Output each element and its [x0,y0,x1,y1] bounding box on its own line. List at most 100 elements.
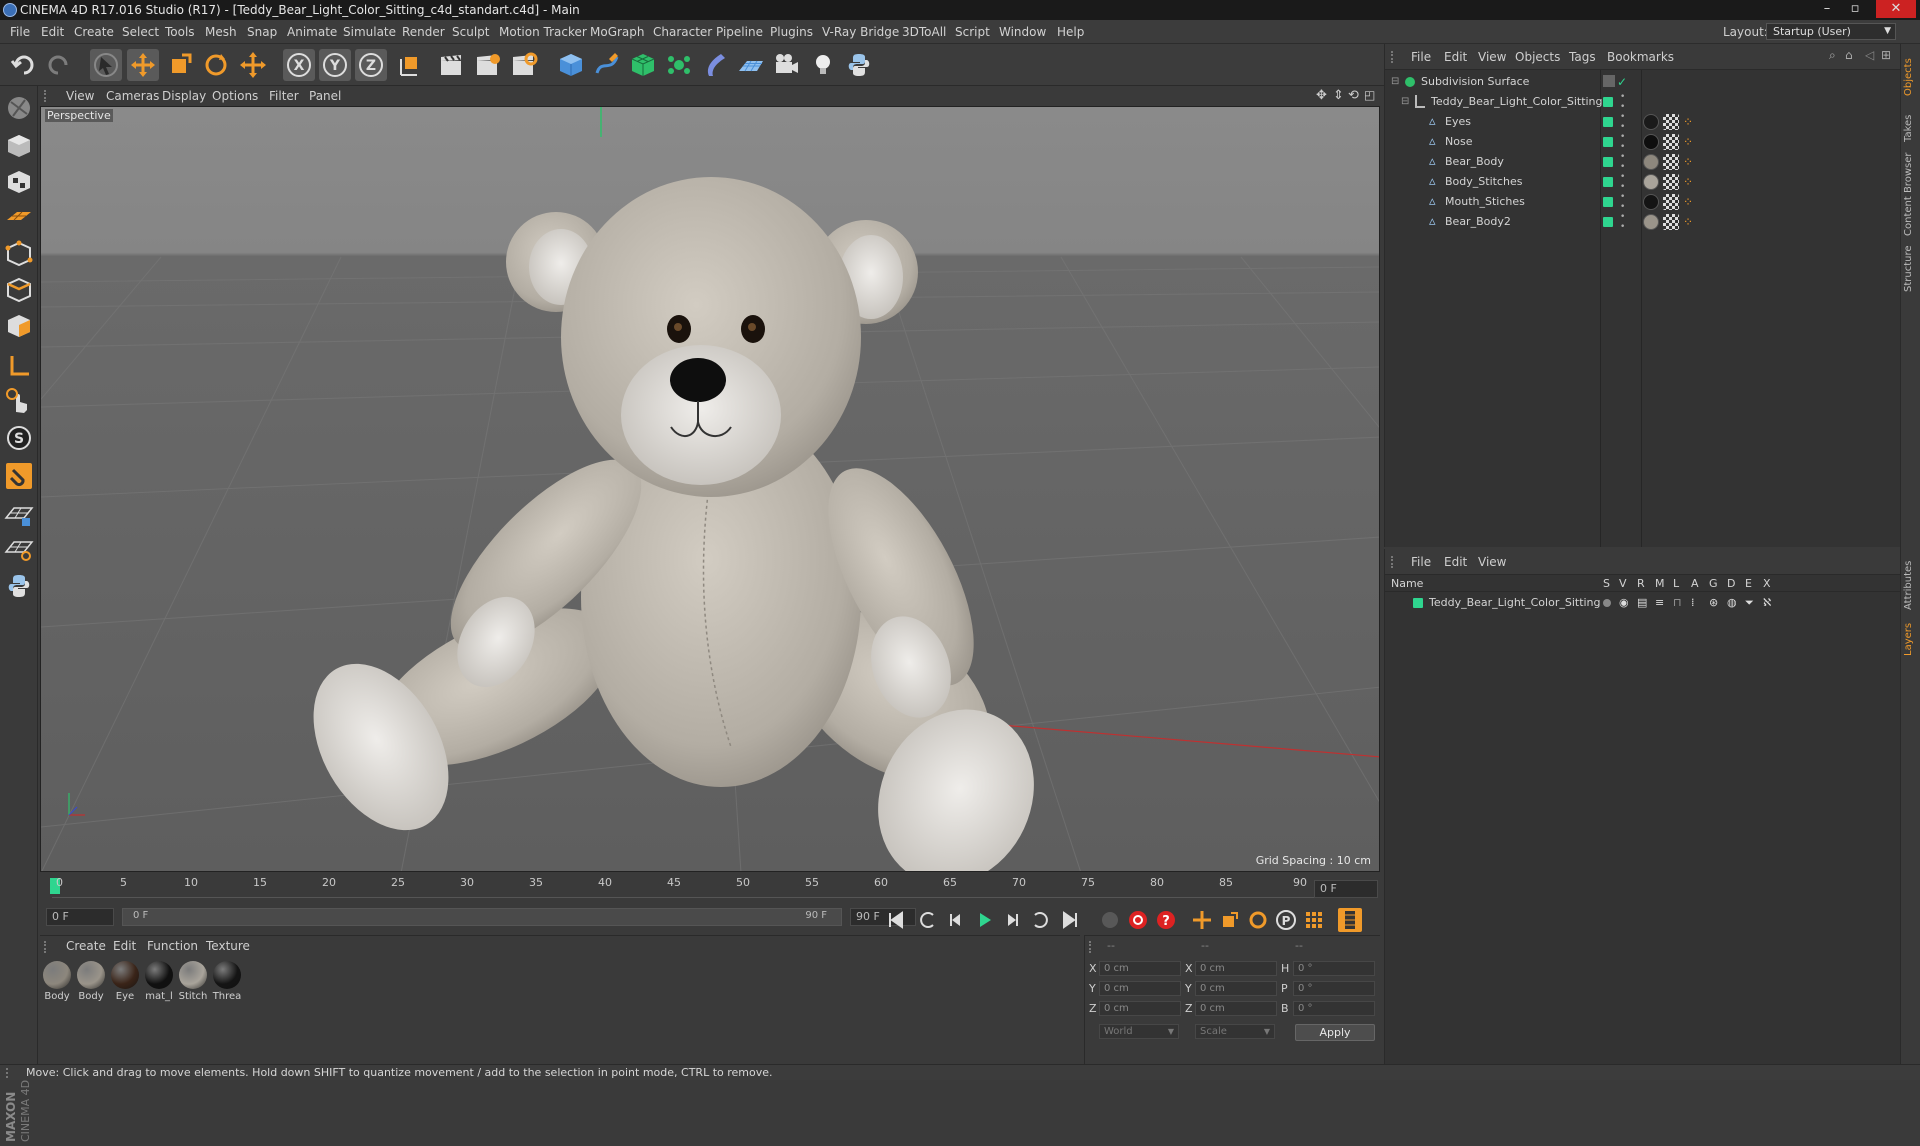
frame-range-slider[interactable]: 0 F 90 F [122,908,842,926]
xref-icon[interactable]: ℵ [1763,593,1771,613]
layer-col-render[interactable]: R [1637,577,1645,590]
undo-button[interactable] [8,49,40,81]
material-swatch-thread[interactable]: Threa [212,961,242,1006]
material-menu-function[interactable]: Function [147,939,198,953]
maximize-button[interactable]: ▫ [1842,0,1868,18]
current-frame-field[interactable]: 0 F [1314,880,1378,898]
menu-mograph[interactable]: MoGraph [590,20,645,44]
render-picture-viewer-button[interactable] [471,49,503,81]
cloner-button[interactable] [663,49,695,81]
layer-col-view[interactable]: V [1619,577,1627,590]
parameter-key-button[interactable]: P [1274,908,1298,932]
redo-button[interactable] [42,49,74,81]
layer-col-manager[interactable]: M [1655,577,1665,590]
visibility-dots-icon[interactable]: • • [1620,132,1625,152]
coordinate-space-select[interactable]: World ▼ [1099,1024,1179,1039]
camera-object-button[interactable] [771,49,803,81]
layer-col-solo[interactable]: S [1603,577,1610,590]
new-view-icon[interactable]: ⊞ [1881,48,1891,62]
menu-render[interactable]: Render [402,20,445,44]
play-button[interactable] [972,908,996,932]
menu-help[interactable]: Help [1057,20,1084,44]
object-row-bear-body[interactable]: ▵ Bear_Body • • ⁘ [1385,152,1901,172]
planar-workplane-button[interactable] [3,532,35,564]
menu-select[interactable]: Select [122,20,159,44]
manager-list-icon[interactable]: ≡ [1655,593,1664,613]
layer-col-generators[interactable]: G [1709,577,1718,590]
material-menu-edit[interactable]: Edit [113,939,136,953]
uvw-tag-icon[interactable] [1663,154,1679,170]
phong-tag-icon[interactable]: ⁘ [1683,112,1693,132]
size-x-field[interactable]: 0 cm [1195,961,1277,976]
object-row-mouth-stiches[interactable]: ▵ Mouth_Stiches • • ⁘ [1385,192,1901,212]
enabled-check-icon[interactable]: ✓ [1617,72,1627,92]
z-axis-lock-button[interactable]: Z [355,49,387,81]
material-tag-icon[interactable] [1643,214,1659,230]
render-clapper-icon[interactable]: ▤ [1637,593,1647,613]
python-script-button[interactable] [843,49,875,81]
apply-button[interactable]: Apply [1295,1024,1375,1041]
material-swatch-stitch[interactable]: Stitch [178,961,208,1006]
x-axis-lock-button[interactable]: X [283,49,315,81]
deformer-icon[interactable]: ◍ [1727,593,1737,613]
scale-tool-button[interactable] [164,49,196,81]
menu-simulate[interactable]: Simulate [343,20,396,44]
rot-b-field[interactable]: 0 ° [1293,1001,1375,1016]
magnet-tool-button[interactable] [3,460,35,492]
object-row-eyes[interactable]: ▵ Eyes • • ⁘ [1385,112,1901,132]
menu-file[interactable]: File [10,20,30,44]
tab-structure[interactable]: Structure [1903,242,1919,292]
next-key-button[interactable] [1028,908,1052,932]
menu-script[interactable]: Script [955,20,990,44]
editor-visibility-icon[interactable] [1603,75,1615,87]
go-to-end-button[interactable] [1058,908,1082,932]
transform-tool-button[interactable] [237,49,269,81]
previous-frame-button[interactable] [944,908,968,932]
visibility-dots-icon[interactable]: • • [1620,172,1625,192]
uvw-tag-icon[interactable] [1663,174,1679,190]
viewport-maximize-icon[interactable]: ◰ [1364,88,1375,102]
perspective-viewport[interactable]: Perspective Grid Spacing : 10 cm [40,106,1380,872]
object-row-body-stitches[interactable]: ▵ Body_Stitches • • ⁘ [1385,172,1901,192]
phong-tag-icon[interactable]: ⁘ [1683,152,1693,172]
viewport-menu-options[interactable]: Options [212,86,258,106]
material-menu-texture[interactable]: Texture [206,939,250,953]
layer-col-xref[interactable]: X [1763,577,1771,590]
keyframe-selection-button[interactable]: ? [1154,908,1178,932]
material-tag-icon[interactable] [1643,134,1659,150]
pos-x-field[interactable]: 0 cm [1099,961,1181,976]
menu-animate[interactable]: Animate [287,20,337,44]
layer-col-animation[interactable]: A [1691,577,1699,590]
menu-window[interactable]: Window [999,20,1046,44]
size-y-field[interactable]: 0 cm [1195,981,1277,996]
position-key-button[interactable] [1190,908,1214,932]
visibility-dots-icon[interactable]: • • [1620,112,1625,132]
workplane-mode-button[interactable] [3,200,35,232]
viewport-menu-panel[interactable]: Panel [309,86,341,106]
menu-edit[interactable]: Edit [41,20,64,44]
menu-tools[interactable]: Tools [165,20,195,44]
workplane-lock-button[interactable] [3,498,35,530]
object-row-nose[interactable]: ▵ Nose • • ⁘ [1385,132,1901,152]
material-tag-icon[interactable] [1643,154,1659,170]
layer-color-swatch[interactable] [1603,157,1613,167]
uvw-tag-icon[interactable] [1663,134,1679,150]
back-icon[interactable]: ◁ [1865,48,1874,62]
point-level-key-button[interactable] [1302,908,1326,932]
layer-color-swatch[interactable] [1603,217,1613,227]
record-keys-button[interactable] [1098,908,1122,932]
obj-menu-objects[interactable]: Objects [1515,44,1560,70]
menu-3dtoall[interactable]: 3DToAll [902,20,946,44]
material-tag-icon[interactable] [1643,114,1659,130]
go-to-start-button[interactable] [884,908,908,932]
pen-spline-button[interactable] [591,49,623,81]
visibility-dots-icon[interactable]: • • [1620,192,1625,212]
move-tool-button[interactable] [127,49,159,81]
layer-color-swatch[interactable] [1603,97,1613,107]
points-mode-button[interactable] [3,238,35,270]
rotation-key-button[interactable] [1246,908,1270,932]
axis-mode-button[interactable] [3,350,35,382]
python-console-button[interactable] [3,570,35,602]
phong-tag-icon[interactable]: ⁘ [1683,172,1693,192]
uvw-tag-icon[interactable] [1663,194,1679,210]
